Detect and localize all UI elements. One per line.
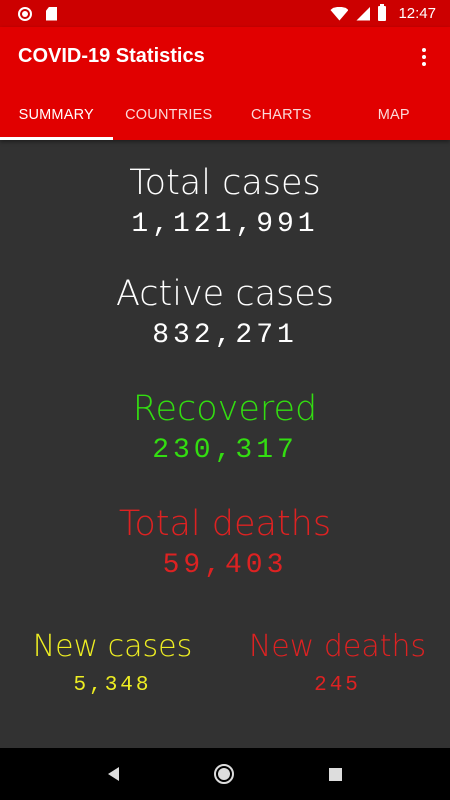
recents-icon[interactable]	[329, 767, 343, 781]
tab-map[interactable]: MAP	[338, 90, 450, 140]
recovered-label: Recovered	[132, 389, 318, 429]
tab-charts[interactable]: CHARTS	[225, 90, 338, 140]
status-left-icons	[18, 6, 57, 21]
app-bar: COVID-19 Statistics SUMMARY COUNTRIES CH…	[0, 27, 450, 140]
back-icon[interactable]	[107, 767, 119, 781]
wifi-icon	[330, 6, 349, 21]
total-cases-block: Total cases 1,121,991	[0, 166, 450, 239]
status-bar: 12:47	[0, 0, 450, 27]
new-cases-value: 5,348	[73, 674, 152, 697]
summary-content: Total cases 1,121,991 Active cases 832,2…	[0, 140, 450, 748]
battery-icon	[378, 4, 387, 21]
total-deaths-block: Total deaths 59,403	[0, 507, 450, 580]
tab-bar: SUMMARY COUNTRIES CHARTS MAP	[0, 90, 450, 140]
status-right-icons: 12:47	[330, 4, 436, 22]
active-cases-label: Active cases	[115, 274, 335, 314]
new-deaths-block: New deaths 245	[225, 629, 450, 697]
recovered-block: Recovered 230,317	[0, 392, 450, 465]
app-title: COVID-19 Statistics	[18, 45, 205, 67]
active-cases-value: 832,271	[152, 320, 298, 351]
new-deaths-label: New deaths	[248, 629, 427, 664]
total-deaths-label: Total deaths	[118, 504, 332, 544]
total-cases-value: 1,121,991	[131, 209, 319, 240]
navigation-bar	[0, 748, 450, 800]
signal-icon	[356, 6, 371, 21]
recovered-value: 230,317	[152, 435, 298, 466]
tab-summary[interactable]: SUMMARY	[0, 90, 113, 140]
new-deaths-value: 245	[314, 674, 361, 697]
record-icon	[18, 6, 32, 21]
tab-countries[interactable]: COUNTRIES	[113, 90, 226, 140]
status-clock: 12:47	[398, 5, 436, 22]
sd-card-icon	[46, 6, 57, 21]
overflow-menu-icon[interactable]	[412, 45, 436, 69]
total-cases-label: Total cases	[129, 163, 321, 203]
home-icon[interactable]	[213, 764, 234, 784]
active-cases-block: Active cases 832,271	[0, 277, 450, 350]
new-cases-label: New cases	[32, 629, 193, 664]
total-deaths-value: 59,403	[162, 550, 288, 581]
new-cases-block: New cases 5,348	[0, 629, 225, 697]
